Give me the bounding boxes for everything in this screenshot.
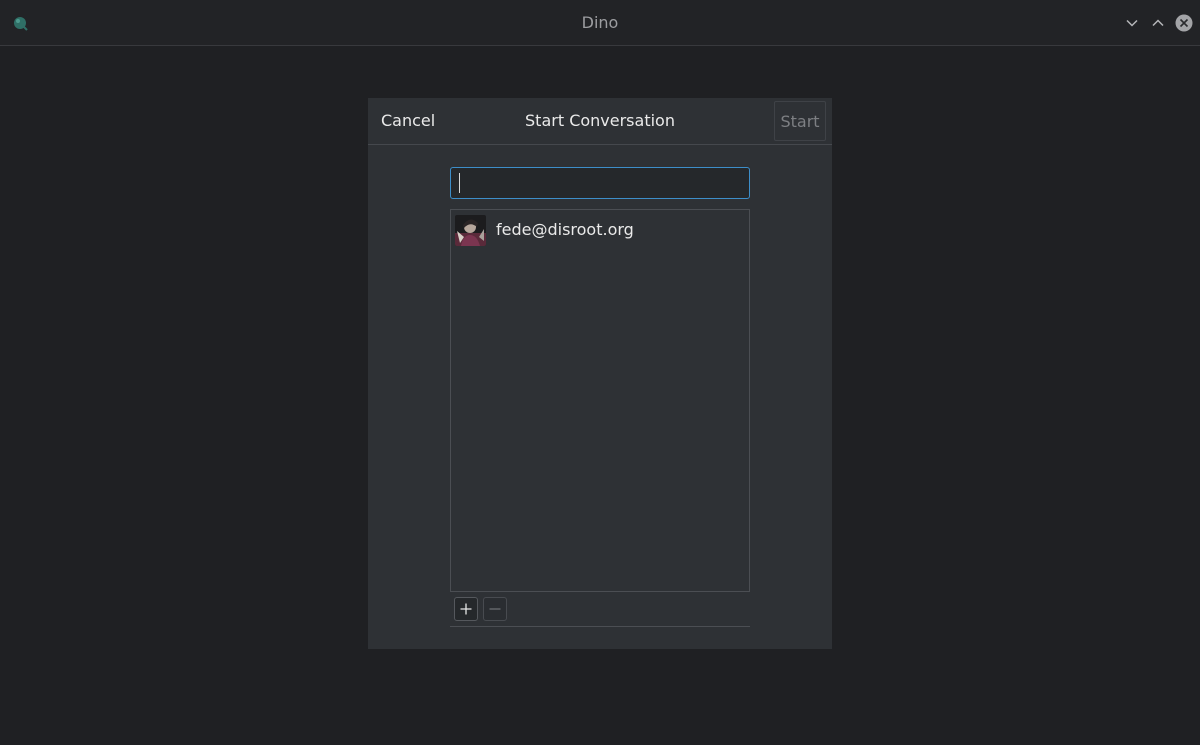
close-icon [1175, 14, 1193, 32]
minimize-button[interactable] [1122, 13, 1142, 33]
window-title: Dino [581, 13, 619, 32]
dialog-title: Start Conversation [525, 111, 675, 130]
search-input[interactable] [450, 167, 750, 199]
start-button[interactable]: Start [774, 101, 826, 141]
plus-icon [460, 600, 472, 619]
contact-list: fede@disroot.org [450, 209, 750, 592]
divider [450, 626, 750, 627]
close-window-button[interactable] [1174, 13, 1194, 33]
avatar [455, 215, 486, 246]
add-button[interactable] [454, 597, 478, 621]
window-titlebar: Dino [0, 0, 1200, 46]
list-item[interactable]: fede@disroot.org [451, 210, 749, 250]
remove-button[interactable] [483, 597, 507, 621]
chevron-down-icon [1125, 16, 1139, 30]
dialog-header: Cancel Start Conversation Start [368, 98, 832, 145]
text-cursor [459, 173, 460, 193]
minus-icon [489, 600, 501, 619]
start-conversation-dialog: Cancel Start Conversation Start fede@dis… [368, 98, 832, 649]
contact-jid: fede@disroot.org [496, 220, 634, 239]
chevron-up-icon [1151, 16, 1165, 30]
maximize-button[interactable] [1148, 13, 1168, 33]
